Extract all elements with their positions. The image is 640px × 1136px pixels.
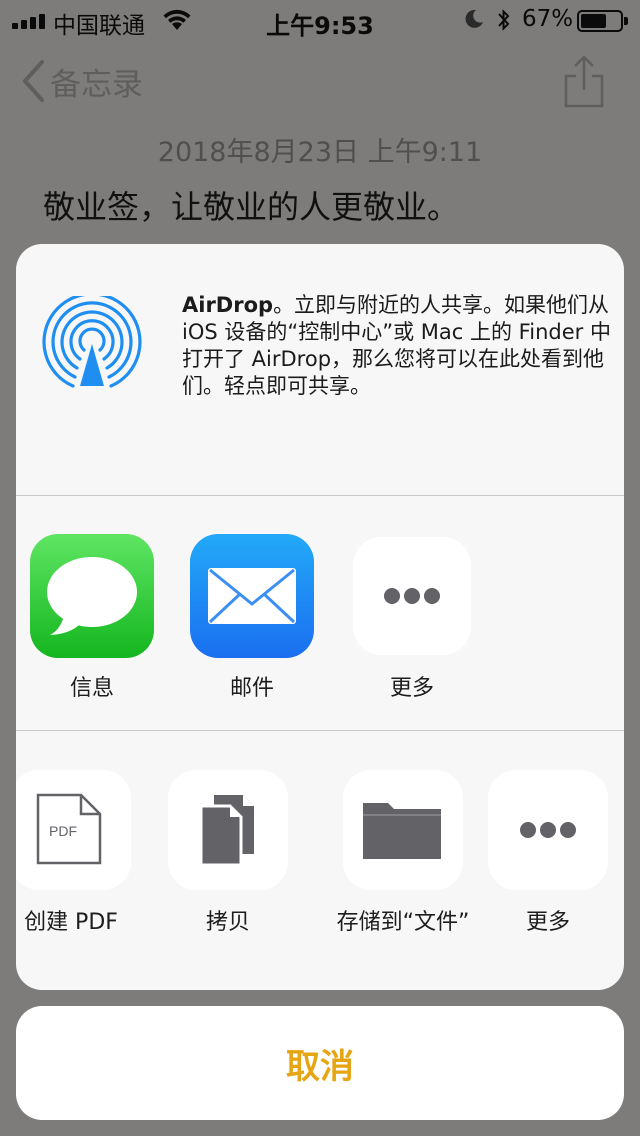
action-copy[interactable]: 拷贝 (163, 770, 293, 936)
share-app-messages[interactable]: 信息 (27, 534, 157, 702)
chevron-left-icon (23, 60, 44, 102)
share-icon[interactable] (562, 54, 606, 110)
folder-icon (343, 770, 463, 890)
pdf-document-icon: PDF (16, 770, 131, 890)
bluetooth-icon (498, 9, 510, 31)
action-label: 存储到“文件” (336, 910, 470, 935)
action-more[interactable]: 更多 (483, 770, 613, 936)
share-sheet: AirDrop。立即与附近的人共享。如果他们从 iOS 设备的“控制中心”或 M… (16, 244, 624, 990)
airdrop-title: AirDrop (182, 293, 274, 317)
battery-percent: 67% (522, 6, 574, 32)
note-date: 2018年8月23日 上午9:11 (157, 137, 483, 168)
share-app-label: 邮件 (229, 676, 274, 701)
share-app-label: 更多 (389, 676, 434, 701)
pdf-icon-text: PDF (49, 823, 77, 839)
share-app-label: 信息 (69, 676, 114, 701)
back-button[interactable]: 备忘录 (20, 58, 143, 104)
cancel-button[interactable]: 取消 (16, 1006, 624, 1120)
share-app-more[interactable]: 更多 (347, 534, 477, 702)
share-apps-row: 信息 邮件 更多 (16, 534, 624, 734)
divider (16, 495, 624, 496)
moon-icon (465, 9, 483, 28)
airdrop-section[interactable]: AirDrop。立即与附近的人共享。如果他们从 iOS 设备的“控制中心”或 M… (16, 244, 624, 496)
mail-icon (190, 534, 314, 658)
more-icon (488, 770, 608, 890)
share-app-mail[interactable]: 邮件 (187, 534, 317, 702)
note-body: 敬业签，让敬业的人更敬业。 (43, 188, 460, 226)
action-label: 更多 (525, 910, 570, 935)
more-icon (353, 537, 471, 655)
action-create-pdf[interactable]: PDF 创建 PDF (16, 770, 136, 936)
action-save-to-files[interactable]: 存储到“文件” (328, 770, 478, 936)
share-actions-row: PDF 创建 PDF 拷贝 存储到“文件” 更多 (16, 770, 624, 970)
messages-icon (30, 534, 154, 658)
airdrop-icon (42, 296, 142, 388)
action-label: 创建 PDF (24, 910, 118, 935)
battery-icon (577, 10, 628, 32)
action-label: 拷贝 (205, 910, 250, 935)
copy-icon (168, 770, 288, 890)
back-label: 备忘录 (50, 66, 143, 103)
status-bar: 中国联通 上午9:53 67% (0, 0, 640, 40)
airdrop-description: AirDrop。立即与附近的人共享。如果他们从 iOS 设备的“控制中心”或 M… (182, 292, 612, 400)
divider (16, 730, 624, 731)
